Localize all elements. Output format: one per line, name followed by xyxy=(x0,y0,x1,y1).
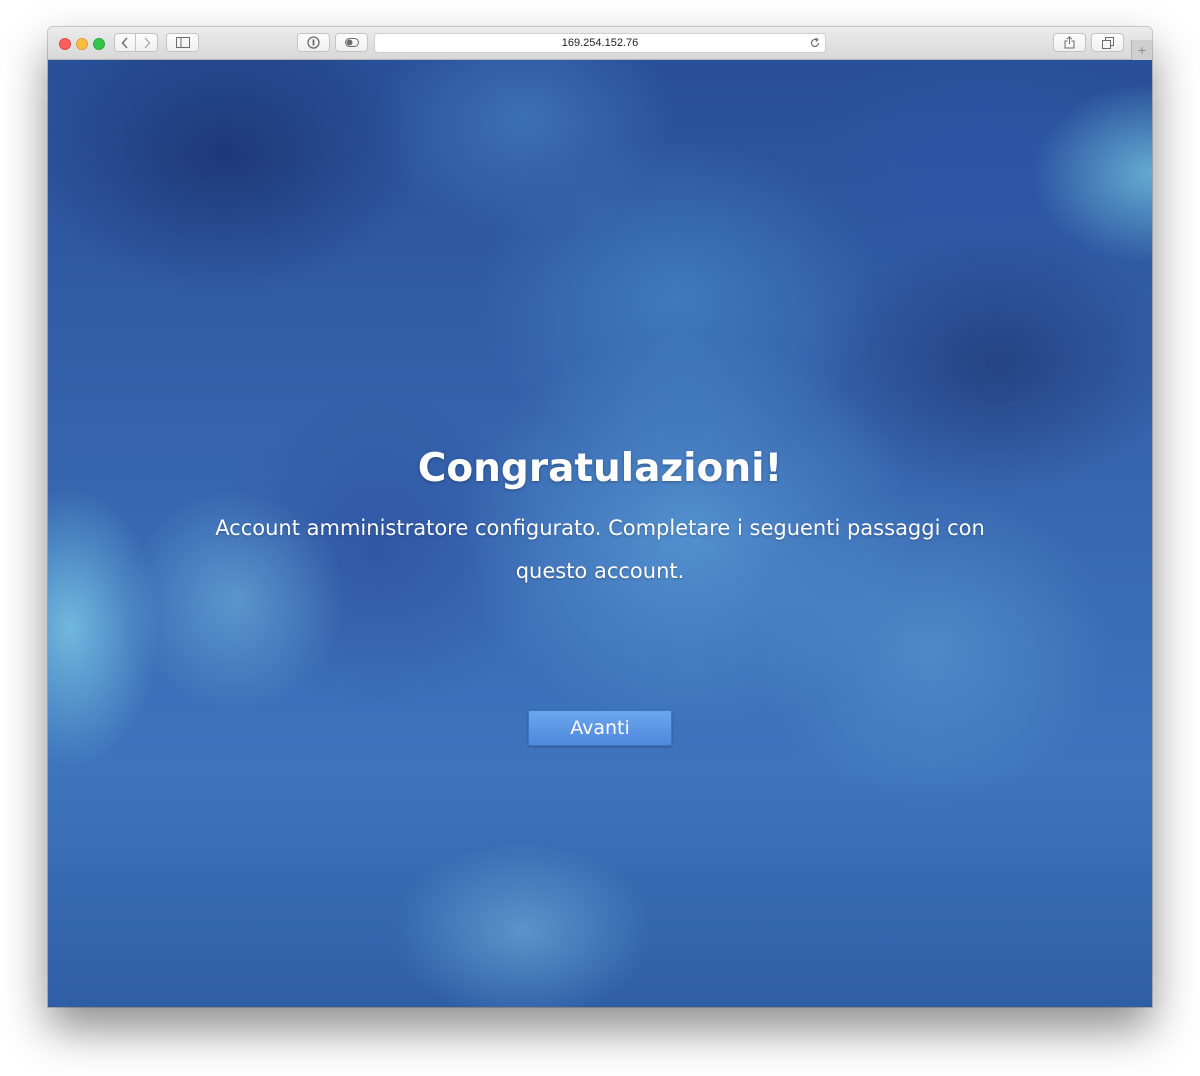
share-button[interactable] xyxy=(1053,33,1086,52)
show-tabs-button[interactable] xyxy=(1091,33,1124,52)
share-icon xyxy=(1064,36,1075,49)
browser-window: 169.254.152.76 + Congratulazioni! Accoun… xyxy=(48,27,1152,1007)
reader-toggle-button[interactable] xyxy=(335,33,368,52)
reload-icon[interactable] xyxy=(809,37,821,49)
sidebar-toggle-button[interactable] xyxy=(166,33,199,52)
privacy-button[interactable] xyxy=(297,33,330,52)
plus-icon: + xyxy=(1137,42,1147,58)
sidebar-icon xyxy=(175,37,190,48)
new-tab-button[interactable]: + xyxy=(1131,40,1152,60)
minimize-window-button[interactable] xyxy=(76,38,88,50)
page-message: Account amministratore configurato. Comp… xyxy=(215,516,985,583)
tabs-icon xyxy=(1101,36,1114,49)
close-window-button[interactable] xyxy=(59,38,71,50)
page-content: Congratulazioni! Account amministratore … xyxy=(48,60,1152,1007)
chevron-left-icon xyxy=(121,37,128,48)
browser-toolbar: 169.254.152.76 + xyxy=(48,27,1152,60)
chevron-right-icon xyxy=(143,37,150,48)
back-button[interactable] xyxy=(114,33,136,52)
privacy-icon xyxy=(307,36,320,49)
page-title: Congratulazioni! xyxy=(417,446,783,491)
address-bar[interactable]: 169.254.152.76 xyxy=(374,33,826,53)
maximize-window-button[interactable] xyxy=(93,38,105,50)
forward-button[interactable] xyxy=(136,33,158,52)
toggle-icon xyxy=(344,38,359,47)
address-url: 169.254.152.76 xyxy=(561,37,639,49)
next-button[interactable]: Avanti xyxy=(528,710,672,746)
